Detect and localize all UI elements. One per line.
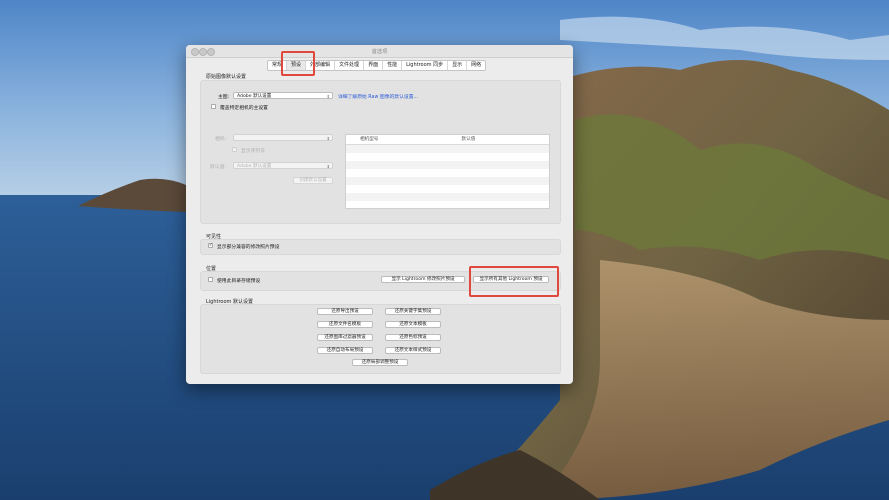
table-row: [346, 145, 549, 153]
show-develop-presets-button[interactable]: 显示 Lightroom 修改照片预设: [381, 276, 465, 283]
tab-file-handling[interactable]: 文件处理: [335, 61, 365, 70]
column-default: 默认值: [461, 137, 476, 142]
camera-select[interactable]: ⇕: [233, 134, 333, 141]
show-serial-checkbox[interactable]: [232, 147, 237, 152]
tab-performance[interactable]: 性能: [383, 61, 403, 70]
partial-compatible-label: 显示部分兼容的修改照片预设: [217, 245, 280, 250]
tab-interface[interactable]: 界面: [364, 61, 384, 70]
preferences-window: 首选项 常规 预设 外部编辑 文件处理 界面 性能 Lightroom 同步 显…: [186, 45, 573, 384]
restore-keyword-set-presets-button[interactable]: 还原关键字集预设: [385, 308, 441, 315]
create-default-button[interactable]: 创建默认设置: [293, 177, 333, 184]
tab-network[interactable]: 网络: [467, 61, 485, 70]
restore-local-adjustment-presets-button[interactable]: 还原局部调整预设: [352, 359, 408, 366]
restore-text-templates-button[interactable]: 还原文本模板: [385, 321, 441, 328]
table-row: [346, 201, 549, 209]
show-serial-label: 显示序列号: [241, 149, 265, 154]
restore-export-presets-button[interactable]: 还原导出预设: [317, 308, 373, 315]
store-with-catalog-checkbox[interactable]: [208, 277, 213, 282]
chevron-updown-icon: ⇕: [326, 136, 330, 141]
table-body: [346, 145, 549, 209]
chevron-updown-icon: ⇕: [326, 164, 330, 169]
raw-defaults-heading: 原始图像默认设置: [206, 74, 247, 80]
camera-defaults-table[interactable]: 相机型号 默认值: [345, 134, 550, 209]
master-select[interactable]: Adobe 默认设置 ⇕: [233, 92, 333, 99]
partial-compatible-checkbox[interactable]: ✓: [208, 243, 213, 248]
restore-text-style-presets-button[interactable]: 还原文本样式预设: [385, 347, 441, 354]
table-row: [346, 177, 549, 185]
store-with-catalog-label: 使用此目录存储预设: [217, 279, 261, 284]
default-select[interactable]: Adobe 默认设置 ⇕: [233, 162, 333, 169]
restore-filename-templates-button[interactable]: 还原文件名模板: [317, 321, 373, 328]
tab-display[interactable]: 显示: [448, 61, 468, 70]
override-camera-checkbox[interactable]: [211, 104, 216, 109]
column-camera-model: 相机型号: [360, 137, 379, 142]
table-header: 相机型号 默认值: [346, 135, 549, 145]
master-label: 主图:: [218, 95, 230, 100]
camera-label: 相机:: [215, 137, 227, 142]
restore-auto-layout-presets-button[interactable]: 还原自动布局预设: [317, 347, 373, 354]
table-row: [346, 193, 549, 201]
window-title: 首选项: [371, 49, 388, 55]
restore-library-filter-presets-button[interactable]: 还原图库过滤器预设: [317, 334, 373, 341]
override-camera-label: 覆盖特定相机的主设置: [220, 106, 268, 111]
learn-more-link[interactable]: 详细了解原始 Raw 图像的默认设置...: [338, 93, 418, 100]
table-row: [346, 161, 549, 169]
title-bar: 首选项: [186, 45, 573, 58]
restore-color-label-presets-button[interactable]: 还原色标预设: [385, 334, 441, 341]
show-all-presets-highlight: [469, 266, 559, 297]
default-label: 默认值:: [210, 165, 227, 170]
table-row: [346, 169, 549, 177]
default-select-value: Adobe 默认设置: [237, 164, 272, 169]
table-row: [346, 185, 549, 193]
master-select-value: Adobe 默认设置: [237, 94, 272, 99]
presets-panel: 原始图像默认设置 主图: Adobe 默认设置 ⇕ 详细了解原始 Raw 图像的…: [198, 73, 561, 374]
chevron-updown-icon: ⇕: [326, 94, 330, 99]
table-row: [346, 153, 549, 161]
tab-lightroom-sync[interactable]: Lightroom 同步: [402, 61, 449, 70]
